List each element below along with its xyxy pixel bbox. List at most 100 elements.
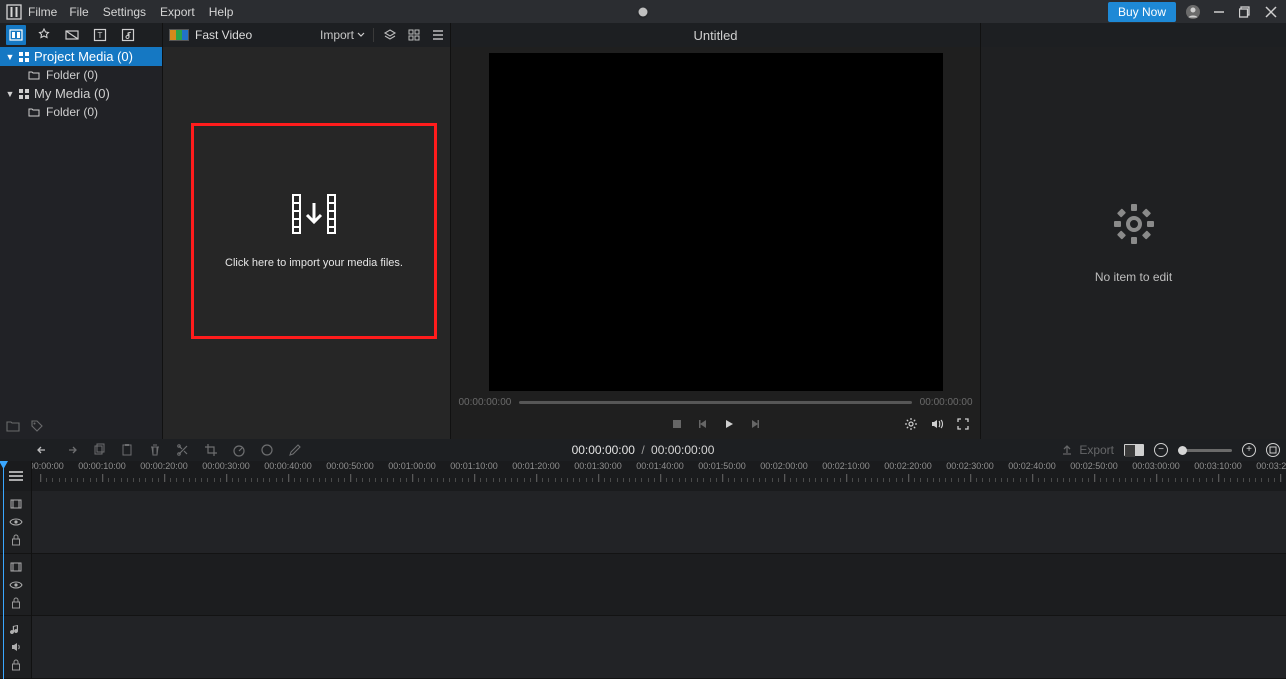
sort-layers-icon[interactable] <box>382 27 398 43</box>
mode-transitions-button[interactable] <box>62 25 82 45</box>
window-maximize-button[interactable] <box>1236 3 1254 21</box>
sidebar-item-project-media[interactable]: ▼ Project Media (0) <box>0 47 162 66</box>
window-close-button[interactable] <box>1262 3 1280 21</box>
preview-settings-icon[interactable] <box>903 416 919 432</box>
undo-button[interactable] <box>36 443 50 457</box>
mode-audio-button[interactable] <box>118 25 138 45</box>
project-title: Untitled <box>451 23 981 47</box>
sidebar-item-project-folder[interactable]: Folder (0) <box>0 66 162 84</box>
marker-toggle-icon[interactable] <box>1124 444 1144 456</box>
timeline-export-button: Export <box>1061 443 1114 457</box>
ruler-mark: 00:03:00:00 <box>1132 461 1180 471</box>
menu-file[interactable]: File <box>69 5 88 19</box>
ruler-mark: 00:02:30:00 <box>946 461 994 471</box>
crop-button <box>204 443 218 457</box>
track-row-audio[interactable] <box>32 616 1286 679</box>
buy-now-button[interactable]: Buy Now <box>1108 2 1176 22</box>
mode-effects-button[interactable] <box>34 25 54 45</box>
ruler-mark: 00:02:40:00 <box>1008 461 1056 471</box>
timeline-ruler[interactable]: 00:00:00:00 00:00:10:00 00:00:20:00 00:00:3… <box>32 461 1286 491</box>
track-header-video-1[interactable] <box>0 491 31 554</box>
record-indicator-icon <box>639 7 648 16</box>
toolbar: T Fast Video Import Untitled <box>0 23 1286 47</box>
split-button <box>176 443 190 457</box>
ruler-mark: 00:00:00:00 <box>32 461 64 471</box>
import-dropzone[interactable]: Click here to import your media files. <box>191 123 437 339</box>
edit-strip: 00:00:00:00 / 00:00:00:00 Export − + <box>0 439 1286 461</box>
play-button[interactable] <box>721 416 737 432</box>
ruler-mark: 00:01:20:00 <box>512 461 560 471</box>
folder-icon <box>28 107 40 117</box>
menu-export[interactable]: Export <box>160 5 195 19</box>
new-folder-icon[interactable] <box>6 419 20 433</box>
film-icon <box>9 497 23 511</box>
stop-button[interactable] <box>669 416 685 432</box>
ruler-mark: 00:01:30:00 <box>574 461 622 471</box>
track-header-video-2[interactable] <box>0 554 31 617</box>
svg-text:T: T <box>98 31 103 40</box>
playhead[interactable] <box>3 461 4 679</box>
next-frame-button[interactable] <box>747 416 763 432</box>
zoom-out-button[interactable]: − <box>1154 443 1168 457</box>
view-grid-icon[interactable] <box>406 27 422 43</box>
ruler-mark: 00:00:10:00 <box>78 461 126 471</box>
tag-icon[interactable] <box>30 419 44 433</box>
track-row-video-1[interactable] <box>32 491 1286 554</box>
menubar: File Settings Export Help <box>69 5 233 19</box>
ruler-mark: 00:00:20:00 <box>140 461 188 471</box>
paste-button <box>120 443 134 457</box>
zoom-in-button[interactable]: + <box>1242 443 1256 457</box>
zoom-slider[interactable] <box>1178 449 1232 452</box>
ruler-mark: 00:01:50:00 <box>698 461 746 471</box>
sidebar-item-my-folder[interactable]: Folder (0) <box>0 103 162 121</box>
timeline-tracks <box>0 491 1286 679</box>
mode-text-button[interactable]: T <box>90 25 110 45</box>
import-dropdown[interactable]: Import <box>320 28 365 42</box>
track-header-audio[interactable] <box>0 616 31 679</box>
lock-icon[interactable] <box>9 596 23 610</box>
titlebar: Filme File Settings Export Help Buy Now <box>0 0 1286 23</box>
ruler-mark: 00:02:00:00 <box>760 461 808 471</box>
eye-icon[interactable] <box>9 578 23 592</box>
mode-media-button[interactable] <box>6 25 26 45</box>
prev-frame-button[interactable] <box>695 416 711 432</box>
menu-help[interactable]: Help <box>209 5 234 19</box>
dropzone-text: Click here to import your media files. <box>225 257 403 269</box>
view-list-icon[interactable] <box>430 27 446 43</box>
app-logo-icon <box>4 2 24 22</box>
fast-video-button[interactable]: Fast Video <box>195 28 252 42</box>
window-minimize-button[interactable] <box>1210 3 1228 21</box>
zoom-fit-button[interactable] <box>1266 443 1280 457</box>
ruler-mark: 00:02:20:00 <box>884 461 932 471</box>
grid-icon <box>18 51 30 63</box>
track-row-video-2[interactable] <box>32 554 1286 617</box>
gear-icon <box>1112 202 1156 246</box>
preview-time-end: 00:00:00:00 <box>920 397 973 408</box>
preview-fullscreen-icon[interactable] <box>955 416 971 432</box>
inspector-empty-text: No item to edit <box>1095 270 1172 284</box>
media-panel: Click here to import your media files. <box>163 47 451 439</box>
ruler-mark: 00:00:50:00 <box>326 461 374 471</box>
ruler-mark: 00:01:40:00 <box>636 461 684 471</box>
menu-settings[interactable]: Settings <box>103 5 146 19</box>
lock-icon[interactable] <box>9 533 23 547</box>
preview-scrubber[interactable] <box>519 401 911 404</box>
grid-icon <box>18 88 30 100</box>
sidebar-item-my-media[interactable]: ▼ My Media (0) <box>0 84 162 103</box>
app-name: Filme <box>28 5 57 19</box>
lock-icon[interactable] <box>9 658 23 672</box>
delete-button <box>148 443 162 457</box>
account-icon[interactable] <box>1184 3 1202 21</box>
speaker-icon[interactable] <box>9 640 23 654</box>
caret-down-icon: ▼ <box>6 52 14 62</box>
preview-screen <box>489 53 943 391</box>
edit-pencil-button <box>288 443 302 457</box>
ruler-mark: 00:00:40:00 <box>264 461 312 471</box>
eye-icon[interactable] <box>9 515 23 529</box>
preview-panel: 00:00:00:00 00:00:00:00 <box>451 47 981 439</box>
ruler-mark: 00:01:00:00 <box>388 461 436 471</box>
preview-volume-icon[interactable] <box>929 416 945 432</box>
ruler-mark: 00:00:30:00 <box>202 461 250 471</box>
ruler-mark: 00:02:10:00 <box>822 461 870 471</box>
import-media-icon <box>291 193 337 235</box>
